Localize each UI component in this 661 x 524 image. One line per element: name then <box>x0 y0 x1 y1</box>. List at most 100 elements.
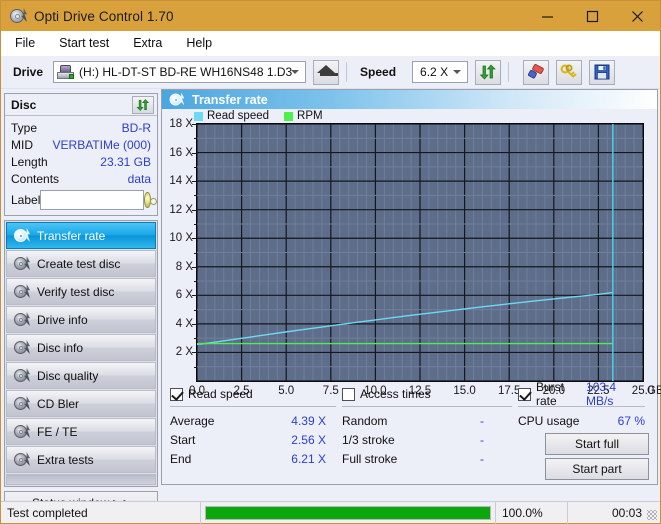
disc-length-key: Length <box>11 154 48 169</box>
application-window: Opti Drive Control 1.70 File Start test … <box>0 0 661 524</box>
save-button[interactable] <box>589 59 616 85</box>
chevron-down-icon <box>453 70 462 74</box>
y-tick-label: 4 X <box>175 317 193 330</box>
app-disc-bolt-icon <box>9 7 27 25</box>
y-tick-mark <box>192 295 197 297</box>
panel-header: Transfer rate <box>162 90 657 109</box>
disc-label-row: Label <box>11 188 157 211</box>
disc-refresh-button[interactable] <box>132 95 154 114</box>
menu-item-extra[interactable]: Extra <box>129 33 173 54</box>
close-icon[interactable] <box>615 1 660 31</box>
y-tick-mark <box>192 181 197 183</box>
save-icon <box>594 64 610 80</box>
third-stroke-value: - <box>480 432 484 447</box>
speed-select[interactable]: 6.2 X <box>412 61 469 83</box>
disc-type-key: Type <box>11 120 38 135</box>
cpu-usage-value: 67 % <box>617 413 645 428</box>
average-key: Average <box>170 413 215 428</box>
stat-row-end: End 6.21 X <box>170 449 342 468</box>
drive-select[interactable]: (H:) HL-DT-ST BD-RE WH16NS48 1.D3 <box>53 61 307 83</box>
sidebar-item-verify-test-disc[interactable]: Verify test disc <box>6 278 156 305</box>
stats-area: Read speed Average 4.39 X Start 2.56 X E… <box>162 380 657 480</box>
start-part-button[interactable]: Start part <box>545 458 649 480</box>
burst-rate-stats: Burst rate 103.4 MB/s CPU usage 67 % Sta… <box>518 380 649 480</box>
chart-legend: Read speed RPM <box>194 110 323 122</box>
disc-mid-value: VERBATIMe (000) <box>52 137 151 152</box>
burst-rate-checkbox-row[interactable]: Burst rate <box>518 380 586 408</box>
y-tick-mark <box>192 323 197 325</box>
sidebar-item-disc-quality[interactable]: Disc quality <box>6 362 156 389</box>
disc-row-type: Type BD-R <box>11 119 151 136</box>
start-full-button[interactable]: Start full <box>545 433 649 455</box>
disc-label-key: Label <box>11 192 41 207</box>
access-times-checkbox-row[interactable]: Access times <box>342 385 518 403</box>
sidebar-item-disc-info[interactable]: Disc info <box>6 334 156 361</box>
access-times-title: Access times <box>360 387 431 401</box>
chevron-down-icon <box>291 70 300 74</box>
legend-swatch-read-speed <box>194 111 203 121</box>
chart-zone: Read speed RPM 2 X 4 X 6 X 8 X 10 X 12 X 14 X 1… <box>162 109 661 397</box>
y-tick-mark-minor <box>194 309 197 311</box>
eject-bar <box>320 72 339 76</box>
progress-bar <box>205 505 491 520</box>
disc-row-length: Length 23.31 GB <box>11 153 151 170</box>
keys-button[interactable] <box>556 59 583 85</box>
random-key: Random <box>342 413 388 428</box>
main-body: Disc Type BD-R MID VERBATIMe (000) Lengt… <box>1 89 661 515</box>
drive-icon <box>57 64 75 80</box>
third-stroke-key: 1/3 stroke <box>342 432 395 447</box>
sidebar-item-transfer-rate[interactable]: Transfer rate <box>6 222 156 249</box>
menu-bar: File Start test Extra Help <box>1 31 660 56</box>
y-tick-mark <box>192 352 197 354</box>
sidebar-item-label: Disc info <box>37 340 84 355</box>
refresh-button[interactable] <box>475 59 502 85</box>
minimize-icon[interactable] <box>525 1 570 31</box>
refresh-icon <box>136 98 150 111</box>
disc-bolt-icon <box>13 340 30 355</box>
start-key: Start <box>170 432 196 447</box>
sidebar-item-drive-info[interactable]: Drive info <box>6 306 156 333</box>
access-times-checkbox[interactable] <box>342 387 355 401</box>
sidebar-item-cd-bler[interactable]: CD Bler <box>6 390 156 417</box>
stat-row-cpu-usage: CPU usage 67 % <box>518 411 649 430</box>
disc-rows: Type BD-R MID VERBATIMe (000) Length 23.… <box>5 116 157 215</box>
y-tick-mark <box>192 152 197 154</box>
eject-icon <box>317 64 336 73</box>
panel-title: Transfer rate <box>192 92 268 107</box>
menu-item-start-test[interactable]: Start test <box>55 33 120 54</box>
y-tick-mark-minor <box>194 252 197 254</box>
sidebar-item-label: FE / TE <box>37 424 78 439</box>
y-tick-label: 2 X <box>175 346 193 359</box>
erase-button[interactable] <box>523 59 550 85</box>
legend-label-rpm: RPM <box>297 110 323 122</box>
divider <box>342 406 512 407</box>
eject-button[interactable] <box>313 59 340 85</box>
read-speed-checkbox-row[interactable]: Read speed <box>170 385 342 403</box>
menu-item-file[interactable]: File <box>11 33 46 54</box>
cpu-usage-key: CPU usage <box>518 413 580 428</box>
legend-label-read-speed: Read speed <box>207 110 270 122</box>
cd-icon[interactable] <box>144 191 157 208</box>
maximize-icon[interactable] <box>570 1 615 31</box>
access-times-stats: Access times Random - 1/3 stroke - Full … <box>342 385 518 480</box>
nav-list: Transfer rate Create test disc Verify te… <box>4 220 158 487</box>
window-controls <box>525 1 660 31</box>
disc-contents-value: data <box>127 171 151 186</box>
legend-swatch-rpm <box>284 111 294 121</box>
sidebar-item-create-test-disc[interactable]: Create test disc <box>6 250 156 277</box>
sidebar-item-label: Transfer rate <box>37 228 106 243</box>
disc-info-group: Disc Type BD-R MID VERBATIMe (000) Lengt… <box>4 93 158 216</box>
read-speed-checkbox[interactable] <box>170 387 183 401</box>
resize-grip[interactable] <box>647 510 657 520</box>
status-message: Test completed <box>1 501 201 524</box>
menu-item-help[interactable]: Help <box>182 33 223 54</box>
burst-rate-row: Burst rate 103.4 MB/s <box>518 380 649 408</box>
progress-cell <box>201 501 496 524</box>
sidebar-item-fe-te[interactable]: FE / TE <box>6 418 156 445</box>
disc-label-input[interactable] <box>40 189 145 210</box>
burst-rate-checkbox[interactable] <box>518 387 531 401</box>
y-tick-mark <box>192 209 197 211</box>
toolbar-divider-1 <box>346 62 348 82</box>
sidebar-item-extra-tests[interactable]: Extra tests <box>6 446 156 473</box>
status-bar: Test completed 100.0% 00:03 <box>1 501 660 524</box>
